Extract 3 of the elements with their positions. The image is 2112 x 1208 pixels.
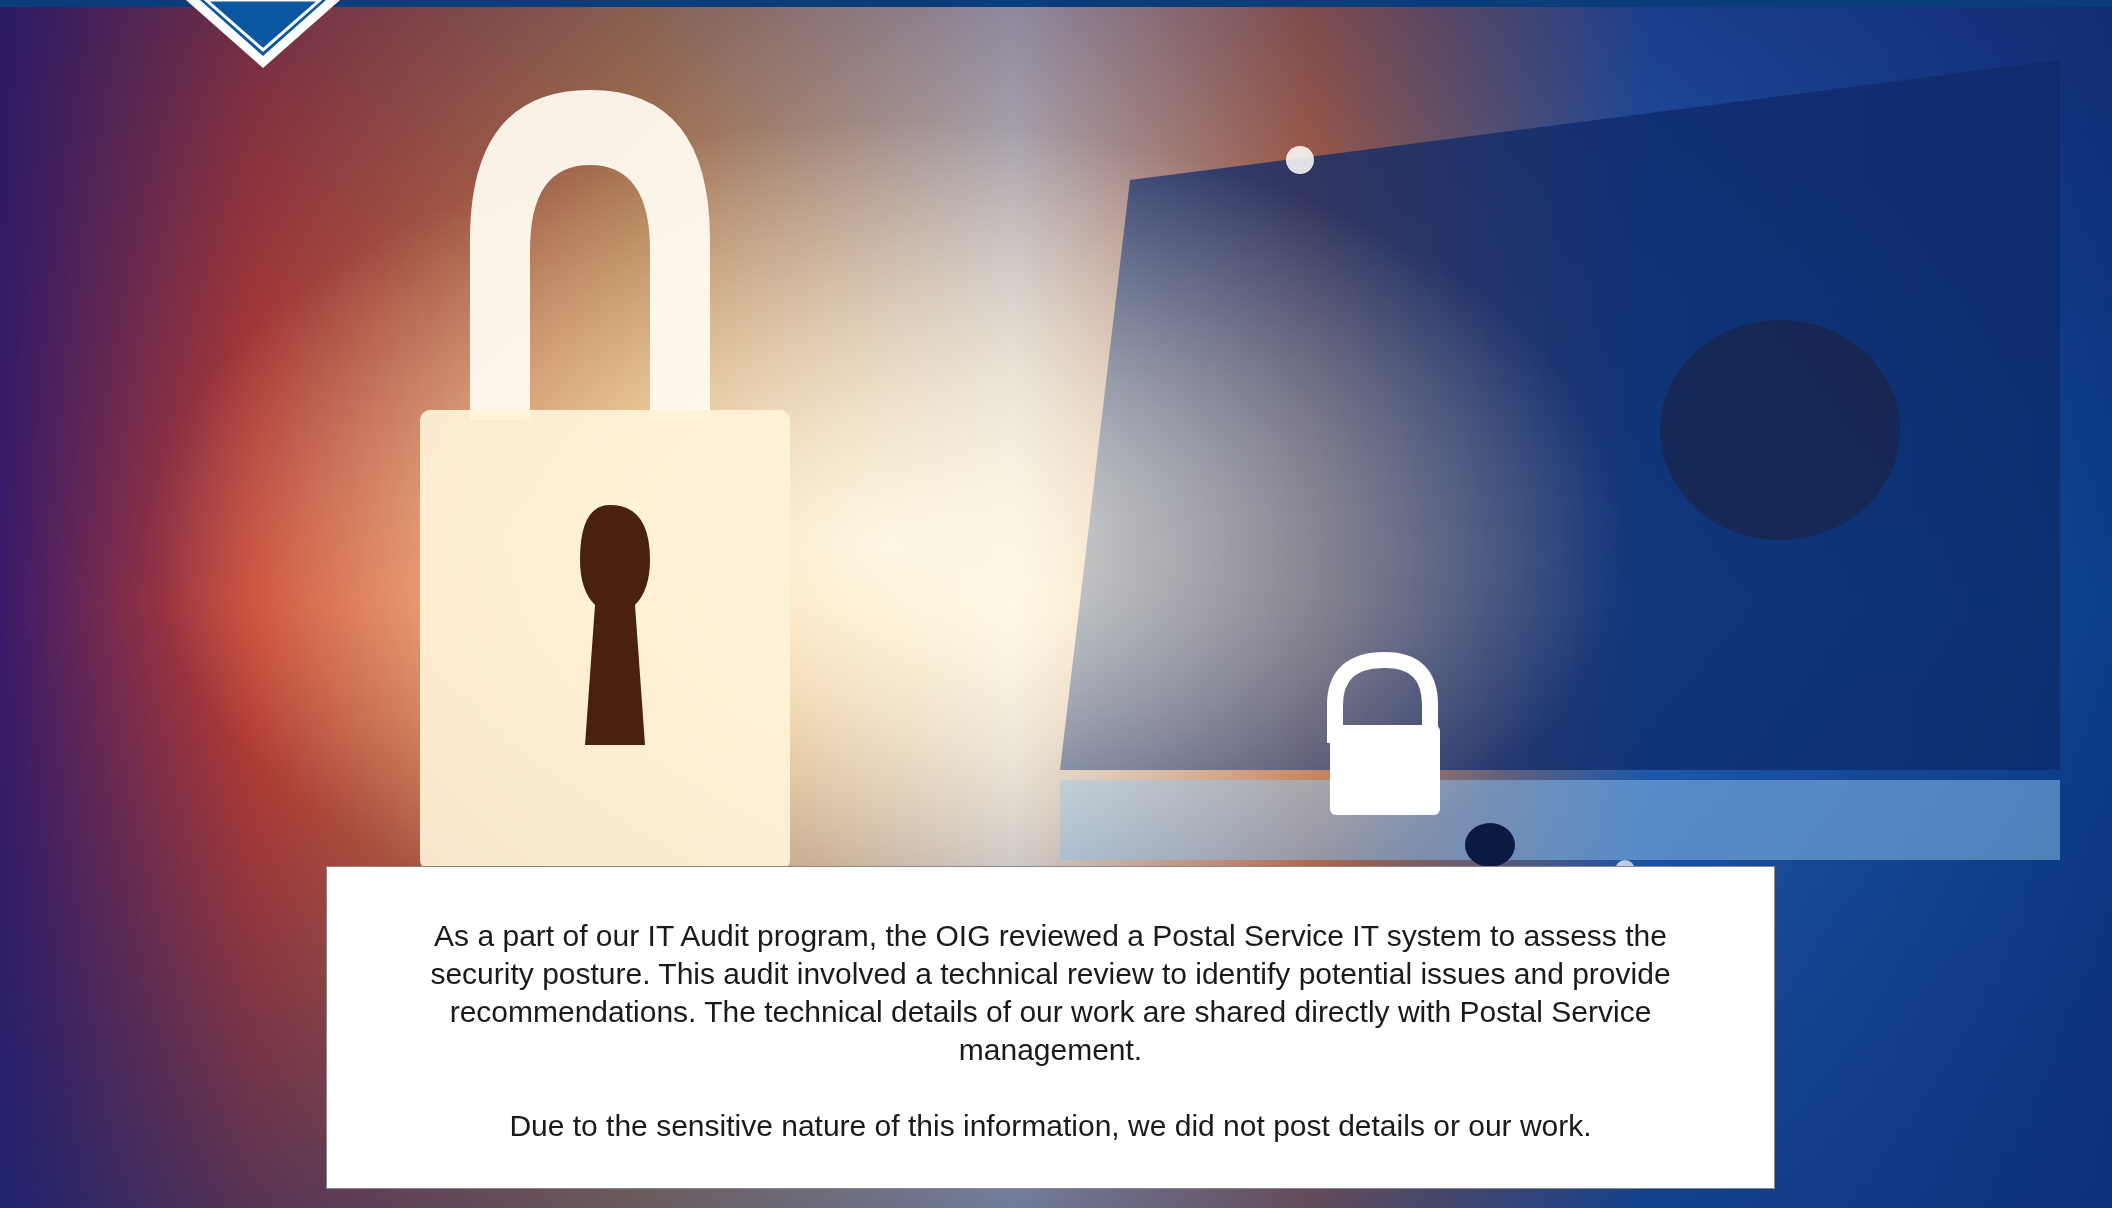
- notice-text: As a part of our IT Audit program, the OIG reviewed a Postal Service IT system to assess the security posture. This audit involved a technical review to identify potential issues and provide recommendations. The technical details of our work are shared directly with Postal Service management.: [429, 918, 1672, 1068]
- notice-text: Due to the sensitive nature of this information, we did not post details or our work.: [509, 1108, 1592, 1144]
- shield-icon: [186, 0, 340, 68]
